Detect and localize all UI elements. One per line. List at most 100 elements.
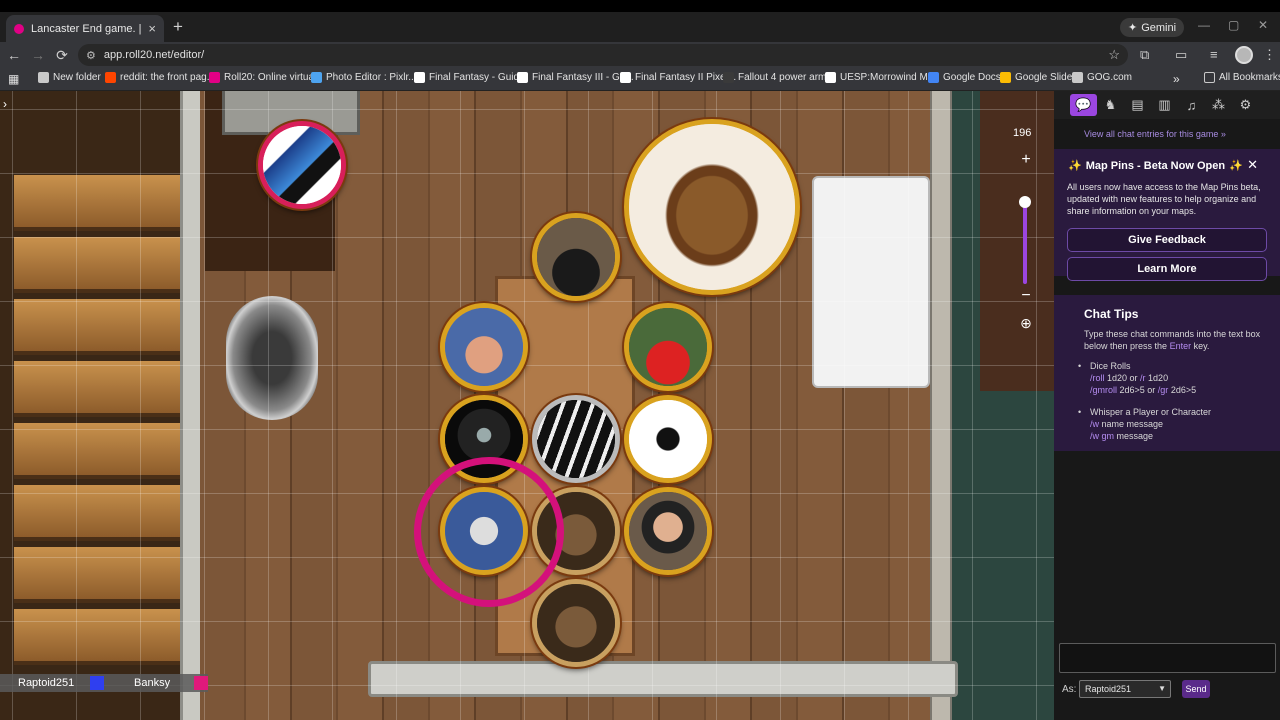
tab-close-icon[interactable]: × — [148, 22, 156, 35]
token-phone[interactable] — [258, 121, 346, 209]
chat-tip-command: /gmroll 2d6>5 or /gr 2d6>5 — [1090, 385, 1197, 395]
speaking-as-value: Raptoid251 — [1085, 684, 1132, 694]
new-tab-button[interactable]: + — [168, 17, 188, 37]
bookmark-item[interactable]: Fallout 4 power arm... — [723, 72, 835, 83]
bookmark-star-icon[interactable]: ☆ — [1108, 47, 1120, 63]
window-close-icon[interactable]: ✕ — [1258, 18, 1268, 32]
browser-menu-icon[interactable]: ⋮ — [1263, 47, 1276, 63]
extensions-icon[interactable]: ⧉ — [1140, 47, 1149, 63]
token-raptor[interactable] — [624, 119, 800, 295]
token-jersey-devil[interactable] — [624, 395, 712, 483]
bookmark-label: GOG.com — [1087, 72, 1133, 83]
bookmarks-more-icon[interactable]: » — [1173, 72, 1180, 86]
all-bookmarks-folder[interactable]: All Bookmarks — [1204, 72, 1280, 83]
token-old-man[interactable] — [624, 487, 712, 575]
chat-tip-item: Dice Rolls/roll 1d20 or /r 1d20/gmroll 2… — [1078, 360, 1268, 396]
tab-journal[interactable]: ▤ — [1124, 94, 1151, 116]
give-feedback-button[interactable]: Give Feedback — [1067, 228, 1267, 252]
map-stairs — [0, 91, 180, 720]
chat-tips-title: Chat Tips — [1084, 307, 1139, 321]
speaking-as-select[interactable]: Raptoid251 ▼ — [1079, 680, 1171, 698]
chevron-down-icon: ▼ — [1158, 684, 1166, 693]
minimize-icon[interactable]: — — [1198, 18, 1210, 32]
bookmark-item[interactable]: GOG.com — [1072, 72, 1132, 83]
bookmark-item[interactable]: Google Docs — [928, 72, 1001, 83]
learn-more-button[interactable]: Learn More — [1067, 257, 1267, 281]
player-name: Banksy — [134, 677, 171, 689]
bookmark-label: reddit: the front pag... — [120, 72, 216, 83]
bookmark-item[interactable]: New folder — [38, 72, 101, 83]
collections-icon: ⁂ — [1212, 97, 1225, 112]
sparkle-icon: ✨ — [1068, 160, 1082, 172]
view-all-chat-link[interactable]: View all chat entries for this game » — [1084, 129, 1226, 139]
sidebar-tabs: 💬 ♞ ▤ ▥ ♫ ⁂ ⚙ — [1054, 91, 1280, 119]
bookmark-item[interactable]: Photo Editor : Pixlr... — [311, 72, 417, 83]
token-hat-man[interactable] — [532, 213, 620, 301]
chat-tip-command: /w name message — [1090, 419, 1164, 429]
player-banksy[interactable]: Banksy — [104, 674, 208, 692]
forward-icon[interactable]: → — [30, 47, 46, 63]
roll20-favicon-icon — [14, 23, 24, 34]
maximize-icon[interactable]: ▢ — [1228, 18, 1239, 32]
gemini-label: Gemini — [1141, 21, 1177, 34]
bookmark-favicon-icon — [928, 72, 939, 83]
bookmark-label: Final Fantasy - Guid... — [429, 72, 528, 83]
bookmark-item[interactable]: Roll20: Online virtua... — [209, 72, 322, 83]
bookmark-label: Final Fantasy III - Gu... — [532, 72, 634, 83]
url-text: app.roll20.net/editor/ — [103, 49, 205, 61]
map-pot — [226, 296, 318, 420]
sparkle-icon: ✨ — [1229, 160, 1243, 172]
site-info-icon[interactable]: ⚙ — [86, 49, 96, 62]
bookmark-item[interactable]: Final Fantasy - Guid... — [414, 72, 527, 83]
tab-compendium[interactable]: ♞ — [1097, 94, 1124, 116]
speaking-as-label: As: — [1062, 684, 1077, 695]
gemini-button[interactable]: ✦ Gemini — [1120, 18, 1185, 37]
zoom-slider-track[interactable] — [1023, 198, 1027, 284]
bookmark-label: Roll20: Online virtua... — [224, 72, 323, 83]
chat-tip-item: Whisper a Player or Character/w name mes… — [1078, 406, 1268, 442]
settings-gear-icon: ⚙ — [1239, 97, 1252, 112]
bookmark-favicon-icon — [38, 72, 49, 83]
chat-tip-title: Dice Rolls — [1090, 361, 1131, 371]
art-library-icon: ▥ — [1158, 97, 1171, 112]
bookmark-label: Fallout 4 power arm... — [738, 72, 835, 83]
reload-icon[interactable]: ⟳ — [54, 47, 70, 64]
profile-avatar[interactable] — [1235, 46, 1253, 64]
bookmark-item[interactable]: UESP:Morrowind Map — [825, 72, 939, 83]
token-wrestler[interactable] — [440, 303, 528, 391]
tabletop-map[interactable]: › 196 + − ⊕ Raptoid251 Banksy — [0, 91, 1054, 720]
bookmark-item[interactable]: Google Slides — [1000, 72, 1077, 83]
cast-icon[interactable]: ▭ — [1175, 47, 1187, 63]
media-controls-icon[interactable]: ≡ — [1210, 47, 1218, 62]
tab-chat[interactable]: 💬 — [1070, 94, 1097, 116]
chat-tips-list: Dice Rolls/roll 1d20 or /r 1d20/gmroll 2… — [1078, 360, 1268, 452]
expand-toolbar-icon[interactable]: › — [3, 97, 7, 111]
token-ape-2[interactable] — [532, 579, 620, 667]
zoom-in-icon[interactable]: + — [1016, 151, 1036, 169]
tab-settings[interactable]: ⚙ — [1232, 94, 1259, 116]
bookmark-item[interactable]: Final Fantasy III - Gu... — [517, 72, 634, 83]
player-raptoid251[interactable]: Raptoid251 — [0, 674, 104, 692]
tab-collections[interactable]: ⁂ — [1205, 94, 1232, 116]
tab-art-library[interactable]: ▥ — [1151, 94, 1178, 116]
player-name: Raptoid251 — [18, 677, 75, 689]
recenter-icon[interactable]: ⊕ — [1016, 315, 1036, 332]
bookmark-label: New folder — [53, 72, 101, 83]
bookmark-item[interactable]: Final Fantasy II Pixel... — [620, 72, 736, 83]
token-woman-red[interactable] — [624, 303, 712, 391]
send-button[interactable]: Send — [1182, 680, 1210, 698]
close-icon[interactable]: ✕ — [1247, 157, 1258, 173]
tab-roll20[interactable]: Lancaster End game. | Roll20 × — [6, 15, 164, 42]
bookmark-favicon-icon — [311, 72, 322, 83]
bookmark-item[interactable]: reddit: the front pag... — [105, 72, 215, 83]
zoom-out-icon[interactable]: − — [1016, 287, 1036, 305]
chat-input[interactable] — [1059, 643, 1276, 673]
chat-tip-command: /w gm message — [1090, 431, 1154, 441]
token-claw-marks[interactable] — [532, 395, 620, 483]
apps-grid-icon[interactable]: ▦ — [8, 72, 19, 86]
back-icon[interactable]: ← — [6, 47, 22, 63]
address-bar[interactable]: ⚙ app.roll20.net/editor/ ☆ — [78, 44, 1128, 66]
zoom-value: 196 — [1013, 127, 1032, 139]
tab-jukebox[interactable]: ♫ — [1178, 94, 1205, 116]
all-bookmarks-label: All Bookmarks — [1219, 72, 1280, 83]
